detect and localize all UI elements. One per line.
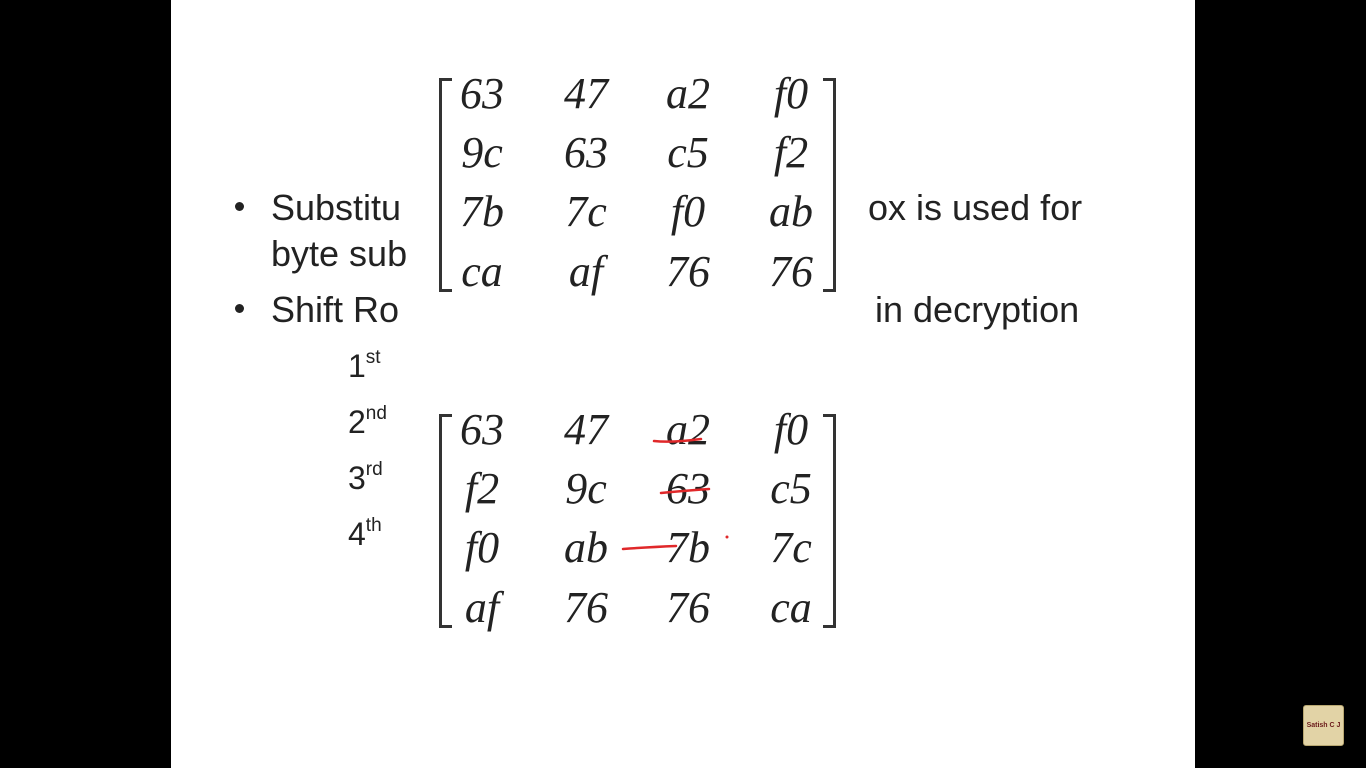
top-cell-r0c1: 47 <box>564 69 608 118</box>
bullet-dot-2 <box>235 304 244 313</box>
top-cell-r0c2: a2 <box>666 69 710 118</box>
top-cell-r2c3: ab <box>769 187 813 236</box>
ordinal-2nd: 2nd <box>348 403 387 440</box>
ordinal-1st: 1st <box>348 347 381 384</box>
top-cell-r3c1: af <box>568 247 604 296</box>
top-cell-r0c3: f0 <box>773 69 809 118</box>
top-cell-r3c2: 76 <box>666 247 710 296</box>
bullet-2-left: Shift Ro <box>271 289 400 330</box>
pen-stroke-row2 <box>659 487 711 495</box>
top-cell-r2c2: f0 <box>670 187 706 236</box>
top-cell-r3c3: 76 <box>769 247 813 296</box>
top-cell-r1c1: 63 <box>564 128 608 177</box>
bullet-1-line1-right: ox is used for <box>868 187 1083 228</box>
slide: Substitu ox is used for byte sub Shift R… <box>171 0 1195 768</box>
sbox-matrix: 63 47 a2 f0 9c 63 c5 f2 7b 7c f0 ab ca a… <box>411 68 841 300</box>
pen-stroke-row3 <box>621 544 678 551</box>
ordinal-3rd: 3rd <box>348 459 383 496</box>
ordinal-4th: 4th <box>348 515 382 552</box>
pen-stroke-row1 <box>652 437 703 443</box>
top-cell-r2c0: 7b <box>460 187 504 236</box>
top-cell-r1c0: 9c <box>461 128 503 177</box>
shifted-matrix: 63 47 a2 f0 f2 9c 63 c5 f0 ab 7b 7c af 7… <box>411 404 841 636</box>
top-cell-r1c3: f2 <box>773 128 809 177</box>
bullet-1-line2-left: byte sub <box>271 233 408 274</box>
bullet-dot-1 <box>235 202 244 211</box>
pen-dot <box>725 535 729 539</box>
bullet-1-line1-left: Substitu <box>271 187 402 228</box>
bullet-2-right: in decryption <box>875 289 1080 330</box>
top-cell-r0c0: 63 <box>460 69 504 118</box>
top-cell-r3c0: ca <box>461 247 503 296</box>
pen-annotations <box>621 437 729 551</box>
top-cell-r1c2: c5 <box>667 128 709 177</box>
channel-badge[interactable]: Satish C J <box>1303 705 1344 746</box>
top-cell-r2c1: 7c <box>565 187 607 236</box>
